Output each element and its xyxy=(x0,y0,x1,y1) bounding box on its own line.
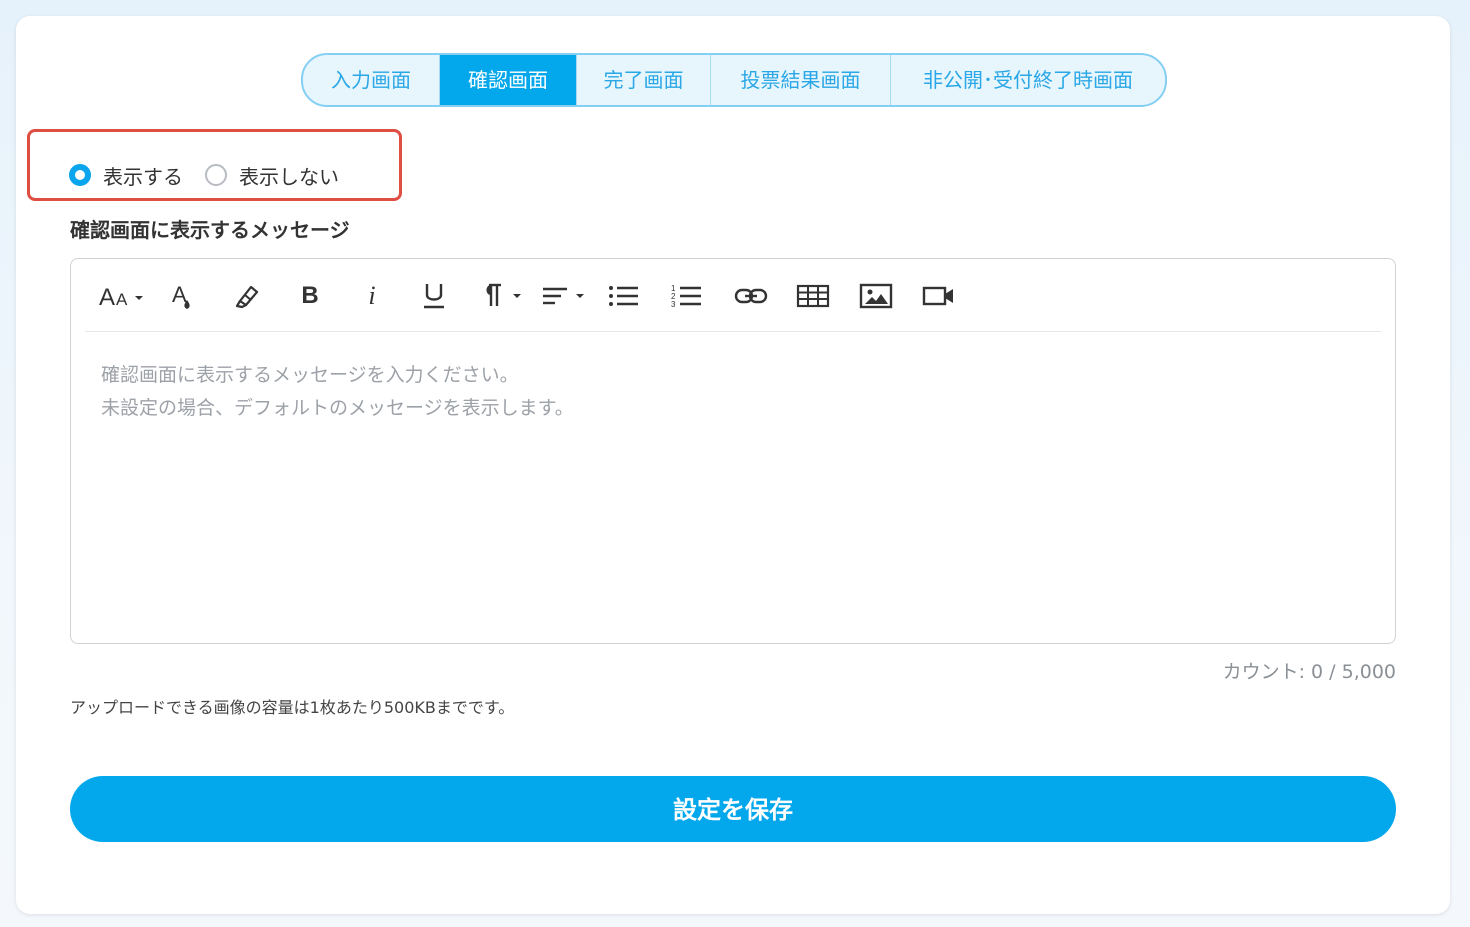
video-icon[interactable] xyxy=(922,277,956,315)
settings-card: 入力画面 確認画面 完了画面 投票結果画面 非公開･受付終了時画面 表示する 表… xyxy=(16,16,1450,914)
radio-hide-indicator[interactable] xyxy=(205,164,227,186)
bold-glyph: B xyxy=(301,282,319,309)
underline-icon[interactable] xyxy=(421,277,447,315)
highlight-icon[interactable] xyxy=(231,277,263,315)
editor-toolbar: A A A B i 1 2 3 xyxy=(85,259,1381,332)
tab-vote-results[interactable]: 投票結果画面 xyxy=(710,55,890,105)
display-radio-group: 表示する 表示しない xyxy=(69,158,361,192)
radio-hide-label: 表示しない xyxy=(239,164,339,189)
character-counter: カウント: 0 / 5,000 xyxy=(1222,661,1396,683)
message-section-label: 確認画面に表示するメッセージ xyxy=(70,218,350,242)
italic-glyph: i xyxy=(368,281,376,310)
tab-private-closed[interactable]: 非公開･受付終了時画面 xyxy=(890,55,1165,105)
italic-icon[interactable]: i xyxy=(363,277,381,315)
font-color-icon[interactable]: A xyxy=(169,277,199,315)
screen-tabs: 入力画面 確認画面 完了画面 投票結果画面 非公開･受付終了時画面 xyxy=(301,53,1167,107)
tab-complete[interactable]: 完了画面 xyxy=(576,55,710,105)
radio-show[interactable]: 表示する xyxy=(69,161,183,190)
radio-hide[interactable]: 表示しない xyxy=(205,161,339,190)
tab-confirm[interactable]: 確認画面 xyxy=(439,55,576,105)
link-icon[interactable] xyxy=(734,277,768,315)
tab-input[interactable]: 入力画面 xyxy=(303,55,439,105)
radio-show-label: 表示する xyxy=(103,164,183,189)
rich-text-editor: A A A B i 1 2 3 確認画面に表示するメッセージを入力ください。 未… xyxy=(70,258,1396,644)
table-icon[interactable] xyxy=(796,277,830,315)
upload-size-note: アップロードできる画像の容量は1枚あたり500KBまでです。 xyxy=(70,698,515,717)
svg-text:3: 3 xyxy=(671,300,676,309)
font-size-icon[interactable]: A A xyxy=(99,277,149,315)
paragraph-icon[interactable] xyxy=(481,277,527,315)
svg-text:A: A xyxy=(99,284,115,311)
save-settings-button[interactable]: 設定を保存 xyxy=(70,776,1396,842)
editor-content-area[interactable]: 確認画面に表示するメッセージを入力ください。 未設定の場合、デフォルトのメッセー… xyxy=(101,359,1365,623)
align-icon[interactable] xyxy=(541,277,591,315)
svg-text:A: A xyxy=(172,282,187,307)
bullet-list-icon[interactable] xyxy=(607,277,641,315)
image-icon[interactable] xyxy=(859,277,893,315)
svg-text:A: A xyxy=(116,290,128,309)
numbered-list-icon[interactable]: 1 2 3 xyxy=(670,277,704,315)
radio-show-indicator[interactable] xyxy=(69,164,91,186)
bold-icon[interactable]: B xyxy=(299,277,321,315)
